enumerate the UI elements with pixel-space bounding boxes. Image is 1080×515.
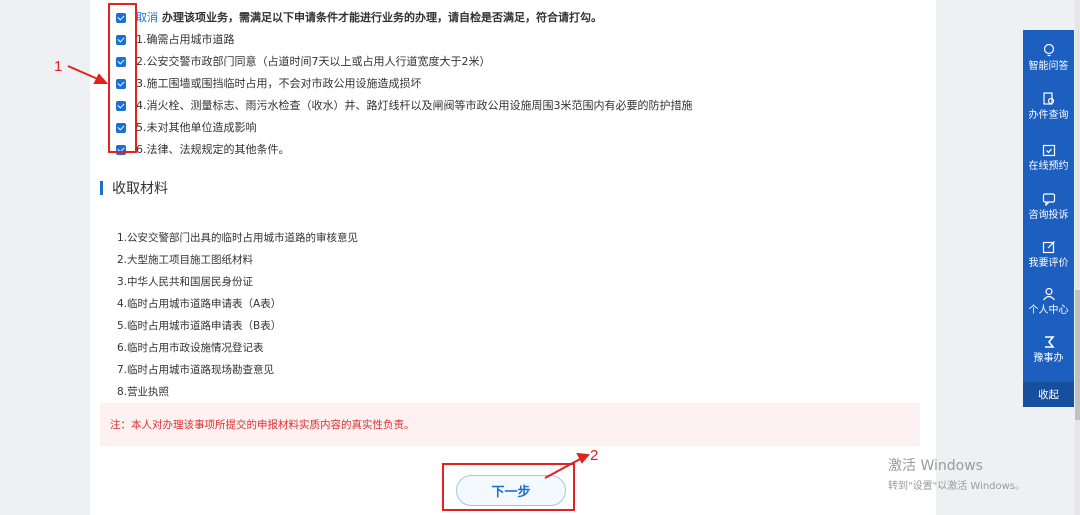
doc-search-icon — [1042, 92, 1054, 105]
side-item-label: 办件查询 — [1028, 110, 1069, 121]
message-icon — [1042, 193, 1055, 206]
side-item-label: 豫事办 — [1033, 353, 1064, 364]
watermark-line2: 转到"设置"以激活 Windows。 — [888, 481, 1026, 492]
scrollbar-track[interactable] — [1075, 0, 1080, 515]
side-item-case-query[interactable]: 办件查询 — [1023, 92, 1074, 132]
side-item-yushiban[interactable]: 豫事办 — [1023, 335, 1074, 375]
side-item-label: 智能问答 — [1028, 61, 1069, 72]
watermark-line1: 激活 Windows — [888, 458, 983, 474]
annotation-arrows — [67, 65, 591, 479]
side-item-personal-center[interactable]: 个人中心 — [1023, 287, 1074, 327]
side-item-label: 咨询投诉 — [1028, 210, 1069, 221]
edit-icon — [1042, 241, 1055, 254]
side-item-smart-qa[interactable]: 智能问答 — [1023, 43, 1074, 83]
side-item-label: 我要评价 — [1028, 258, 1069, 269]
side-item-label: 在线预约 — [1028, 161, 1069, 172]
arrow-1 — [67, 65, 109, 84]
side-item-label: 个人中心 — [1028, 305, 1069, 316]
side-item-consult-complaint[interactable]: 咨询投诉 — [1023, 192, 1074, 232]
side-item-evaluate[interactable]: 我要评价 — [1023, 240, 1074, 280]
app-logo-icon — [1044, 336, 1055, 348]
user-icon — [1042, 287, 1055, 301]
side-collapse-button[interactable]: 收起 — [1023, 382, 1074, 407]
scrollbar-thumb[interactable] — [1075, 290, 1080, 420]
side-item-online-booking[interactable]: 在线预约 — [1023, 143, 1074, 183]
arrow-2 — [544, 452, 591, 479]
windows-activation-watermark: 激活 Windows 转到"设置"以激活 Windows。 — [888, 455, 1025, 492]
chat-bulb-icon — [1043, 43, 1054, 57]
calendar-icon — [1042, 144, 1055, 157]
side-service-panel: 智能问答 办件查询 在线预约 咨询投诉 我要评价 个人中心 豫事办 收起 — [1023, 30, 1074, 407]
